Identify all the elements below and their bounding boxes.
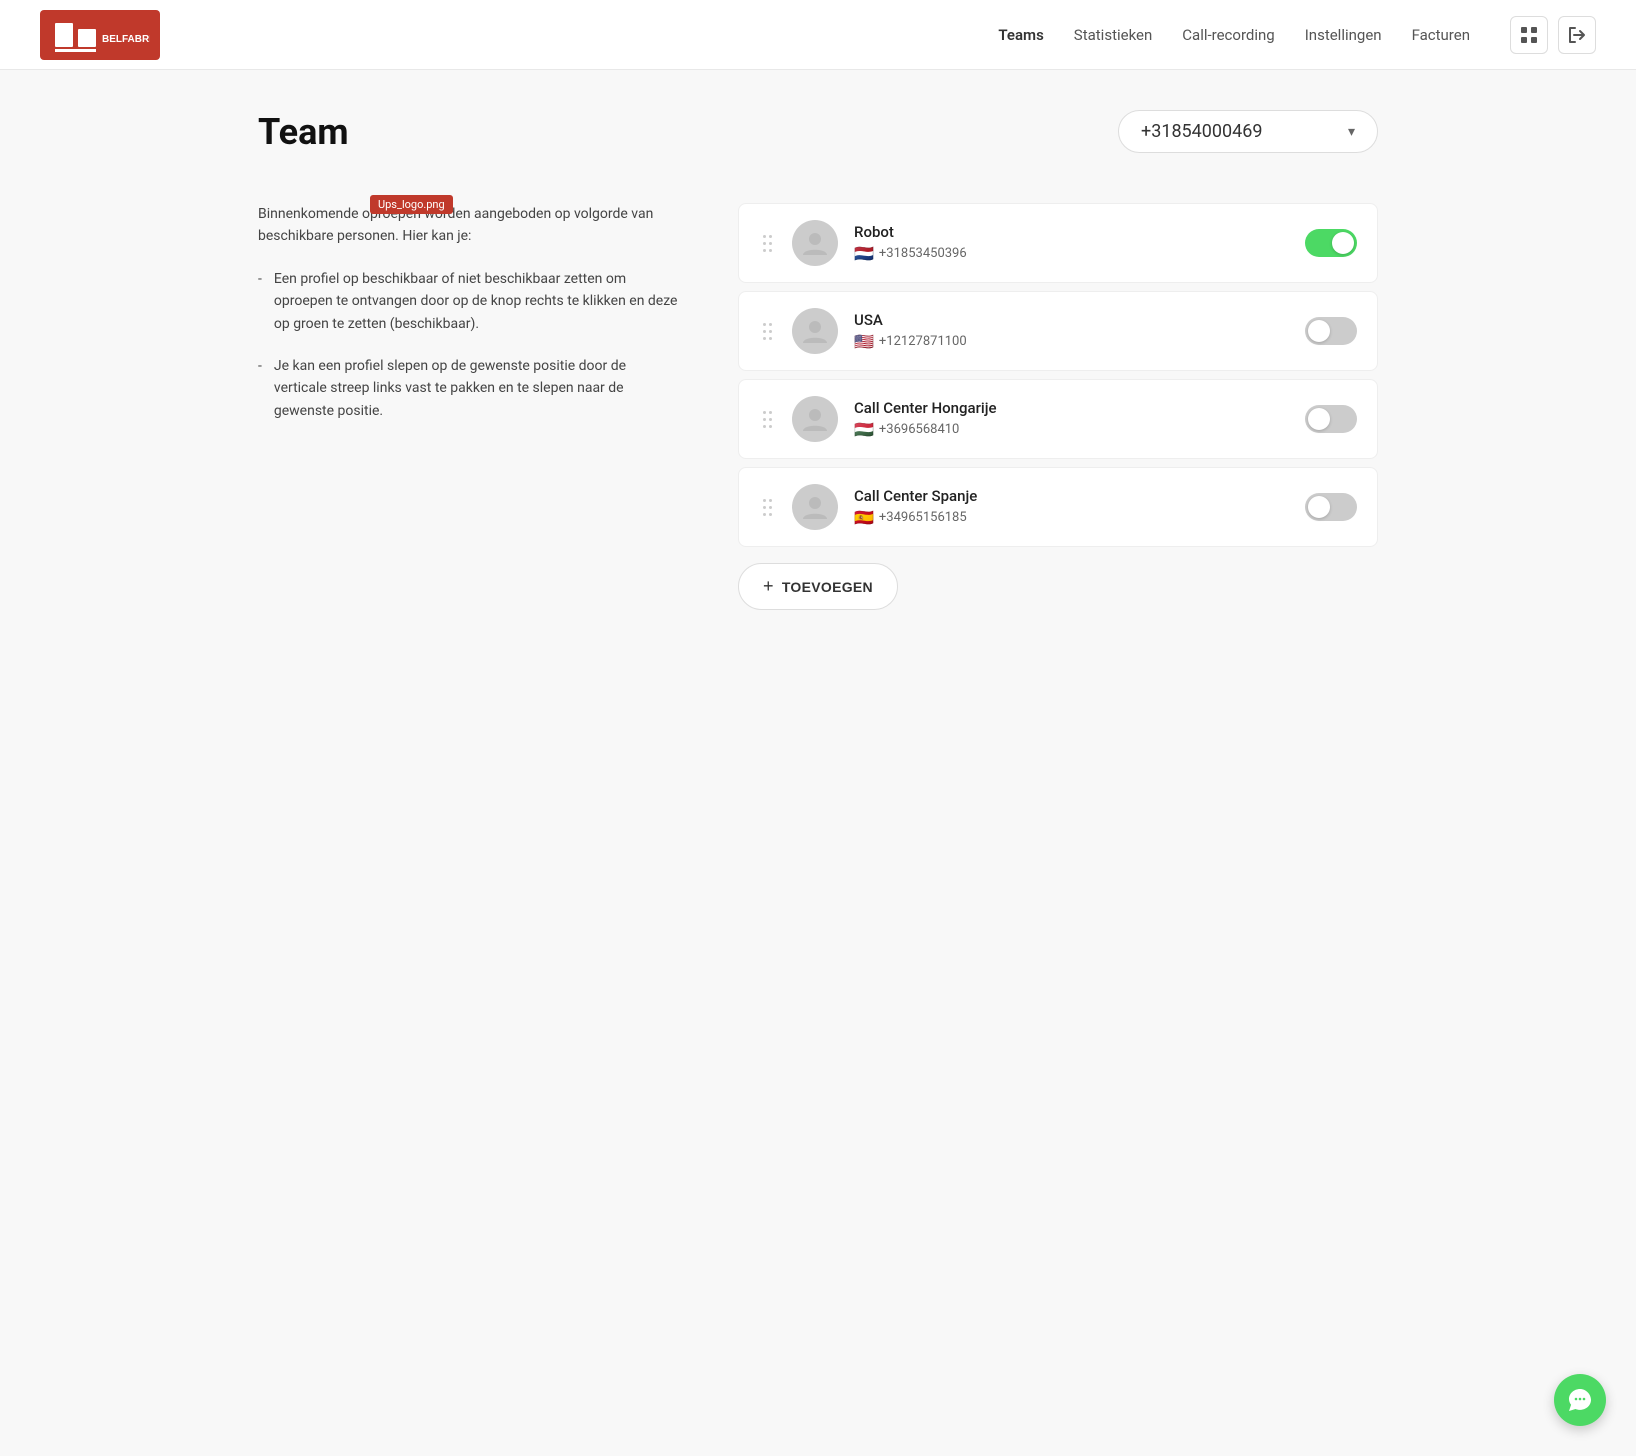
toggle-thumb-2 — [1308, 320, 1330, 342]
avatar-3 — [792, 396, 838, 442]
add-member-button[interactable]: + TOEVOEGEN — [738, 563, 898, 610]
member-name-3: Call Center Hongarije — [854, 399, 1289, 417]
chevron-down-icon: ▾ — [1348, 124, 1355, 140]
avatar-icon-1 — [799, 227, 831, 259]
two-col-layout: Binnenkomende oproepen worden aangeboden… — [258, 203, 1378, 610]
avatar-1 — [792, 220, 838, 266]
grid-icon-button[interactable] — [1510, 16, 1548, 54]
member-phone-1: 🇳🇱 +31853450396 — [854, 244, 1289, 263]
flag-icon-4: 🇪🇸 — [854, 508, 874, 527]
member-card-3: Call Center Hongarije 🇭🇺 +3696568410 — [738, 379, 1378, 459]
ups-tooltip: Ups_logo.png — [370, 195, 453, 214]
nav-item-call-recording[interactable]: Call-recording — [1182, 26, 1274, 44]
member-card-1: Robot 🇳🇱 +31853450396 — [738, 203, 1378, 283]
avatar-icon-3 — [799, 403, 831, 435]
flag-icon-3: 🇭🇺 — [854, 420, 874, 439]
phone-number-1: +31853450396 — [879, 246, 967, 261]
phone-number-2: +12127871100 — [879, 334, 967, 349]
avatar-2 — [792, 308, 838, 354]
member-phone-3: 🇭🇺 +3696568410 — [854, 420, 1289, 439]
nav-item-teams[interactable]: Teams — [998, 26, 1043, 44]
main-content: Team +31854000469 ▾ Binnenkomende oproep… — [218, 70, 1418, 650]
bullet-dash-1: - — [258, 268, 262, 335]
toggle-4[interactable] — [1305, 493, 1357, 521]
add-button-label: TOEVOEGEN — [782, 579, 873, 595]
avatar-icon-2 — [799, 315, 831, 347]
flag-icon-1: 🇳🇱 — [854, 244, 874, 263]
phone-selector[interactable]: +31854000469 ▾ — [1118, 110, 1378, 153]
members-list: Robot 🇳🇱 +31853450396 — [738, 203, 1378, 547]
exit-icon-button[interactable] — [1558, 16, 1596, 54]
exit-icon — [1567, 25, 1587, 45]
member-info-2: USA 🇺🇸 +12127871100 — [854, 311, 1289, 351]
bullet-item-2: - Je kan een profiel slepen op de gewens… — [258, 355, 678, 422]
chat-icon — [1567, 1387, 1593, 1413]
drag-handle-1[interactable] — [759, 231, 776, 256]
toggle-3[interactable] — [1305, 405, 1357, 433]
page-header: Team +31854000469 ▾ — [258, 110, 1378, 153]
bullet-list: - Een profiel op beschikbaar of niet bes… — [258, 268, 678, 422]
drag-handle-3[interactable] — [759, 407, 776, 432]
member-phone-2: 🇺🇸 +12127871100 — [854, 332, 1289, 351]
phone-number: +31854000469 — [1141, 121, 1263, 142]
svg-text:BELFABRIEK: BELFABRIEK — [102, 34, 150, 45]
member-card-4: Call Center Spanje 🇪🇸 +34965156185 — [738, 467, 1378, 547]
bullet-text-2: Je kan een profiel slepen op de gewenste… — [274, 355, 678, 422]
header: BELFABRIEK Teams Statistieken Call-recor… — [0, 0, 1636, 70]
member-phone-4: 🇪🇸 +34965156185 — [854, 508, 1289, 527]
intro-paragraph: Binnenkomende oproepen worden aangeboden… — [258, 203, 678, 248]
phone-number-3: +3696568410 — [879, 422, 959, 437]
toggle-thumb-3 — [1308, 408, 1330, 430]
plus-icon: + — [763, 576, 774, 597]
member-card-2: USA 🇺🇸 +12127871100 — [738, 291, 1378, 371]
nav: Teams Statistieken Call-recording Instel… — [998, 16, 1596, 54]
toggle-thumb-4 — [1308, 496, 1330, 518]
nav-item-facturen[interactable]: Facturen — [1412, 26, 1470, 44]
member-info-4: Call Center Spanje 🇪🇸 +34965156185 — [854, 487, 1289, 527]
member-info-3: Call Center Hongarije 🇭🇺 +3696568410 — [854, 399, 1289, 439]
member-name-2: USA — [854, 311, 1289, 329]
toggle-thumb-1 — [1332, 232, 1354, 254]
avatar-icon-4 — [799, 491, 831, 523]
nav-item-statistieken[interactable]: Statistieken — [1074, 26, 1152, 44]
nav-icons — [1510, 16, 1596, 54]
logo-box: BELFABRIEK — [40, 10, 160, 60]
toggle-2[interactable] — [1305, 317, 1357, 345]
bullet-item-1: - Een profiel op beschikbaar of niet bes… — [258, 268, 678, 335]
bullet-text-1: Een profiel op beschikbaar of niet besch… — [274, 268, 678, 335]
grid-icon — [1520, 26, 1538, 44]
bullet-dash-2: - — [258, 355, 262, 422]
page-title: Team — [258, 111, 349, 153]
flag-icon-2: 🇺🇸 — [854, 332, 874, 351]
drag-handle-4[interactable] — [759, 495, 776, 520]
logo-container: BELFABRIEK — [40, 10, 160, 60]
chat-fab-button[interactable] — [1554, 1374, 1606, 1426]
drag-handle-2[interactable] — [759, 319, 776, 344]
member-name-4: Call Center Spanje — [854, 487, 1289, 505]
left-column: Binnenkomende oproepen worden aangeboden… — [258, 203, 678, 442]
right-column: Robot 🇳🇱 +31853450396 — [738, 203, 1378, 610]
toggle-1[interactable] — [1305, 229, 1357, 257]
logo-svg: BELFABRIEK — [50, 15, 150, 55]
nav-item-instellingen[interactable]: Instellingen — [1305, 26, 1382, 44]
phone-number-4: +34965156185 — [879, 510, 967, 525]
avatar-4 — [792, 484, 838, 530]
member-info-1: Robot 🇳🇱 +31853450396 — [854, 223, 1289, 263]
member-name-1: Robot — [854, 223, 1289, 241]
